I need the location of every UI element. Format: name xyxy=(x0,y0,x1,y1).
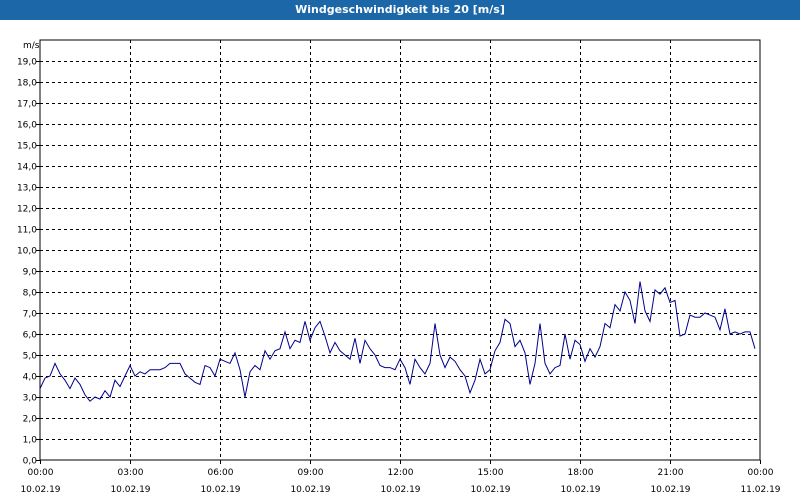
x-tick-time: 15:00 xyxy=(478,468,504,478)
window-title: Windgeschwindigkeit bis 20 [m/s] xyxy=(0,0,800,20)
y-tick-label: 2,0 xyxy=(23,415,38,425)
x-axis-ticks: 00:00 10.02.19 03:00 10.02.19 06:00 10.02.19 0… xyxy=(20,460,781,495)
x-tick-date: 10.02.19 xyxy=(560,485,600,495)
x-tick-date: 10.02.19 xyxy=(290,485,330,495)
y-tick-label: 1,0 xyxy=(23,436,38,446)
y-tick-label: 17,0 xyxy=(17,100,37,110)
x-tick-time: 21:00 xyxy=(658,468,684,478)
y-tick-label: 7,0 xyxy=(23,310,38,320)
y-axis-ticks: 0,0 1,0 2,0 3,0 4,0 5,0 6,0 7,0 8,0 9,0 10,0 11,0 12… xyxy=(17,58,40,467)
x-tick-date: 10.02.19 xyxy=(650,485,690,495)
y-tick-label: 8,0 xyxy=(23,289,38,299)
x-tick-time: 03:00 xyxy=(118,468,144,478)
x-tick-date: 11.02.19 xyxy=(740,485,780,495)
x-tick-time: 00:00 xyxy=(28,468,54,478)
wind-speed-chart: m/s 0,0 1,0 2,0 3,0 4,0 5,0 6,0 7,0 8,0 9,0 10,0 11… xyxy=(17,39,781,495)
y-tick-label: 14,0 xyxy=(17,163,37,173)
x-tick-time: 09:00 xyxy=(298,468,324,478)
x-tick-date: 10.02.19 xyxy=(20,485,60,495)
x-tick-date: 10.02.19 xyxy=(110,485,150,495)
y-tick-label: 4,0 xyxy=(23,373,38,383)
y-tick-label: 18,0 xyxy=(17,79,37,89)
y-tick-label: 6,0 xyxy=(23,331,38,341)
y-tick-label: 16,0 xyxy=(17,121,37,131)
y-tick-label: 11,0 xyxy=(17,226,37,236)
y-tick-label: 15,0 xyxy=(17,142,37,152)
y-tick-label: 3,0 xyxy=(23,394,38,404)
y-tick-label: 13,0 xyxy=(17,184,37,194)
grid xyxy=(40,40,760,460)
x-tick-time: 00:00 xyxy=(748,468,774,478)
y-tick-label: 19,0 xyxy=(17,58,37,68)
y-tick-label: 10,0 xyxy=(17,247,37,257)
x-tick-date: 10.02.19 xyxy=(470,485,510,495)
x-tick-date: 10.02.19 xyxy=(380,485,420,495)
y-tick-label: 12,0 xyxy=(17,205,37,215)
x-tick-time: 06:00 xyxy=(208,468,234,478)
y-tick-label: 5,0 xyxy=(23,352,38,362)
x-tick-time: 18:00 xyxy=(568,468,594,478)
y-tick-label: 9,0 xyxy=(23,268,38,278)
y-axis-label: m/s xyxy=(23,41,40,51)
series-line xyxy=(39,281,756,402)
y-tick-label: 0,0 xyxy=(23,457,38,467)
x-tick-date: 10.02.19 xyxy=(200,485,240,495)
x-tick-time: 12:00 xyxy=(388,468,414,478)
